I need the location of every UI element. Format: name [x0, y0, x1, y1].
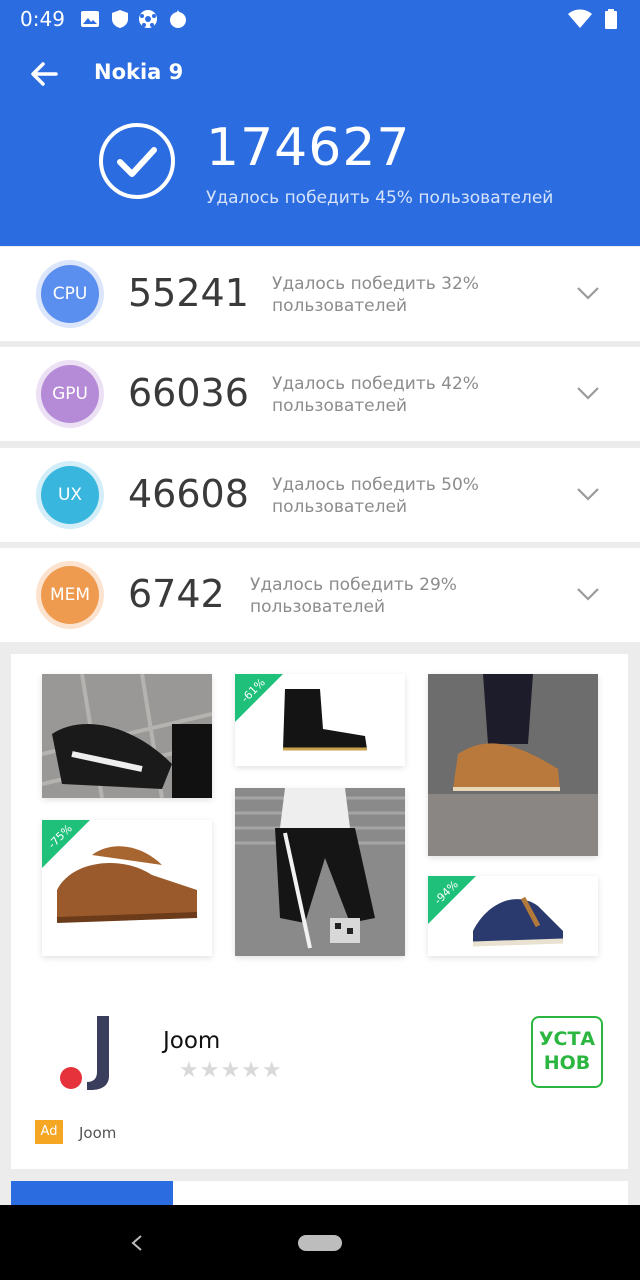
ux-badge: UX	[41, 466, 99, 524]
chevron-down-icon[interactable]	[576, 586, 600, 602]
score-row-cpu[interactable]: CPU 55241 Удалось победить 32% пользоват…	[0, 247, 640, 341]
install-button[interactable]: УСТА НОВ	[531, 1016, 603, 1088]
back-arrow-icon[interactable]	[28, 58, 60, 90]
total-score-subtitle: Удалось победить 45% пользователей	[206, 188, 554, 208]
ux-description-line2: пользователей	[272, 497, 408, 517]
flame-icon	[170, 10, 186, 28]
chevron-down-icon[interactable]	[576, 486, 600, 502]
total-score: 174627	[206, 118, 411, 178]
chevron-down-icon[interactable]	[576, 285, 600, 301]
ad-advertiser: Joom	[79, 1124, 117, 1142]
rating-stars: ★★★★★	[179, 1058, 283, 1083]
chevron-down-icon[interactable]	[576, 385, 600, 401]
nav-back-icon[interactable]	[130, 1235, 144, 1251]
install-label-1: УСТА	[538, 1028, 596, 1050]
results-header: 0:49 Nokia 9 174627 Удалось победить 45%…	[0, 0, 640, 246]
soccer-ball-icon	[139, 10, 157, 28]
image-icon	[81, 11, 99, 27]
product-image-blue-sneakers[interactable]: -94%	[428, 876, 598, 956]
ad-tag: Ad	[35, 1120, 63, 1144]
ad-card[interactable]: -61% -75% -94% Joom ★★★★★ УСТА НОВ Ad Jo…	[11, 654, 628, 1169]
cpu-description-line2: пользователей	[272, 296, 408, 316]
product-image-boots[interactable]: -61%	[235, 674, 405, 766]
cpu-description: Удалось победить 32% пользователей	[272, 273, 479, 317]
status-time: 0:49	[20, 7, 65, 31]
product-image-slipons[interactable]	[235, 788, 405, 956]
gpu-description-line2: пользователей	[272, 396, 408, 416]
product-image-sneakers[interactable]	[42, 674, 212, 798]
wifi-icon	[568, 9, 592, 28]
mem-description-line2: пользователей	[250, 597, 386, 617]
battery-icon	[605, 9, 617, 29]
mem-score: 6742	[128, 572, 225, 616]
ux-description: Удалось победить 50% пользователей	[272, 474, 479, 518]
score-row-mem[interactable]: MEM 6742 Удалось победить 29% пользовате…	[0, 548, 640, 642]
checkmark-circle-icon	[99, 123, 175, 199]
product-image-brown-shoes[interactable]: -75%	[42, 820, 212, 956]
shield-icon	[112, 10, 128, 28]
gpu-description-line1: Удалось победить 42%	[272, 374, 479, 394]
ux-description-line1: Удалось победить 50%	[272, 475, 479, 495]
cpu-description-line1: Удалось победить 32%	[272, 274, 479, 294]
cpu-score: 55241	[128, 271, 249, 315]
product-image-chukka[interactable]	[428, 674, 598, 856]
status-bar: 0:49	[0, 0, 640, 38]
device-title: Nokia 9	[94, 60, 184, 84]
gpu-score: 66036	[128, 371, 249, 415]
mem-description: Удалось победить 29% пользователей	[250, 574, 457, 618]
score-row-ux[interactable]: UX 46608 Удалось победить 50% пользовате…	[0, 448, 640, 542]
nav-home-pill[interactable]	[298, 1235, 342, 1251]
score-row-gpu[interactable]: GPU 66036 Удалось победить 42% пользоват…	[0, 347, 640, 441]
ad-app-name: Joom	[163, 1028, 221, 1054]
joom-logo-icon	[60, 1016, 109, 1090]
mem-badge: MEM	[41, 566, 99, 624]
cpu-badge: CPU	[41, 265, 99, 323]
ux-score: 46608	[128, 472, 249, 516]
install-label-2: НОВ	[543, 1052, 591, 1074]
gpu-description: Удалось победить 42% пользователей	[272, 373, 479, 417]
navigation-bar	[0, 1205, 640, 1280]
gpu-badge: GPU	[41, 365, 99, 423]
mem-description-line1: Удалось победить 29%	[250, 575, 457, 595]
